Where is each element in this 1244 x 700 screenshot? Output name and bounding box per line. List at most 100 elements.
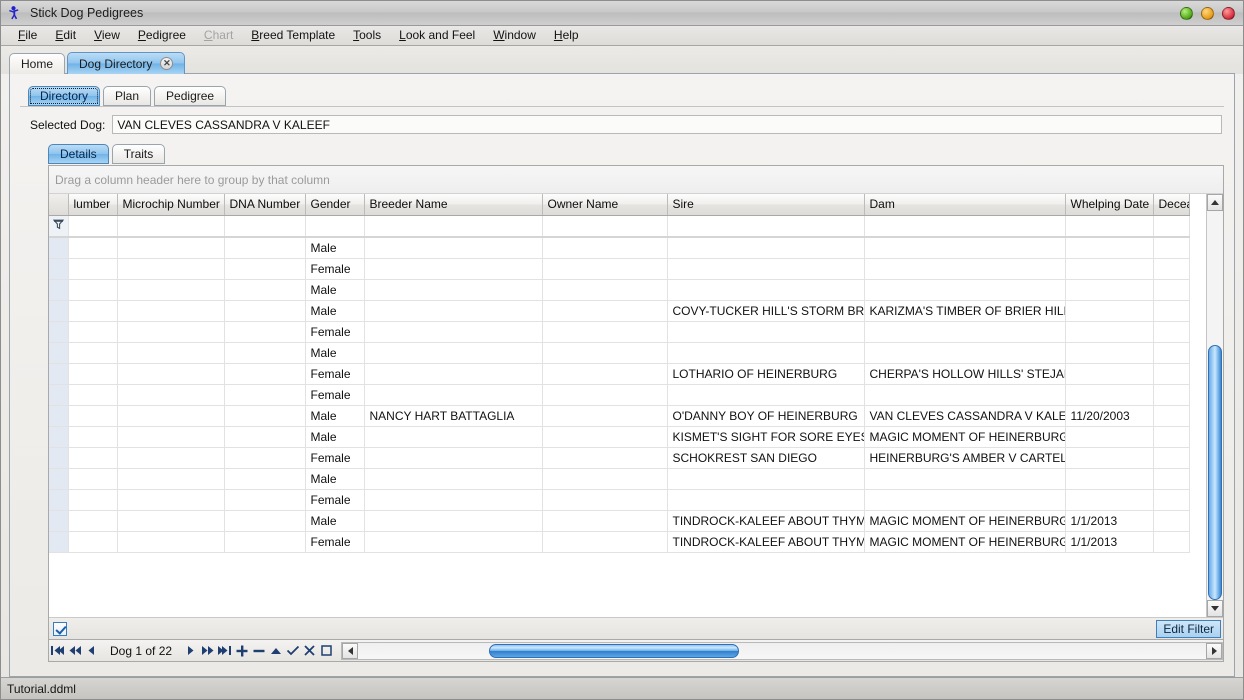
prev-page-button[interactable] (66, 641, 83, 661)
cell-sire[interactable]: O'DANNY BOY OF HEINERBURG (667, 405, 864, 426)
cell-microchip[interactable] (117, 489, 224, 510)
grid-header-breeder[interactable]: Breeder Name (364, 194, 542, 215)
row-indicator[interactable] (49, 237, 68, 258)
cell-gender[interactable]: Female (305, 531, 364, 552)
cell-deceased[interactable] (1153, 468, 1189, 489)
cell-sire[interactable] (667, 342, 864, 363)
cell-dna[interactable] (224, 426, 305, 447)
table-row[interactable]: FemaleSCHOKREST SAN DIEGOHEINERBURG'S AM… (49, 447, 1189, 468)
menu-help[interactable]: Help (545, 26, 588, 45)
cell-dna[interactable] (224, 363, 305, 384)
row-indicator[interactable] (49, 447, 68, 468)
filter-cell-deceased[interactable] (1153, 215, 1189, 237)
cell-whelping[interactable] (1065, 447, 1153, 468)
cell-breeder[interactable] (364, 321, 542, 342)
table-row[interactable]: Female TINDROCK-KALEEF ABOUT THYMEMAGIC M… (49, 531, 1189, 552)
prev-record-button[interactable] (83, 641, 100, 661)
table-row[interactable]: FemaleLOTHARIO OF HEINERBURGCHERPA'S HOL… (49, 363, 1189, 384)
cell-breeder[interactable] (364, 237, 542, 258)
cell-number[interactable] (68, 363, 117, 384)
cell-sire[interactable]: TINDROCK-KALEEF ABOUT THYME (667, 531, 864, 552)
cell-owner[interactable] (542, 237, 667, 258)
menu-view[interactable]: View (85, 26, 129, 45)
cell-dam[interactable] (864, 489, 1065, 510)
cell-deceased[interactable] (1153, 363, 1189, 384)
tab-home[interactable]: Home (9, 53, 65, 74)
cell-sire[interactable]: TINDROCK-KALEEF ABOUT THYME (667, 510, 864, 531)
cell-owner[interactable] (542, 321, 667, 342)
cell-whelping[interactable]: 1/1/2013 (1065, 510, 1153, 531)
cell-deceased[interactable] (1153, 258, 1189, 279)
cell-breeder[interactable] (364, 531, 542, 552)
cell-number[interactable] (68, 531, 117, 552)
cell-microchip[interactable] (117, 237, 224, 258)
cell-dna[interactable] (224, 405, 305, 426)
cell-dam[interactable] (864, 279, 1065, 300)
cell-deceased[interactable] (1153, 447, 1189, 468)
tab-details[interactable]: Details (48, 144, 109, 164)
row-indicator[interactable] (49, 405, 68, 426)
cell-gender[interactable]: Male (305, 405, 364, 426)
cell-microchip[interactable] (117, 531, 224, 552)
filter-cell-whelping[interactable] (1065, 215, 1153, 237)
row-indicator[interactable] (49, 321, 68, 342)
maximize-button[interactable] (1201, 7, 1214, 20)
cell-owner[interactable] (542, 384, 667, 405)
cell-sire[interactable] (667, 468, 864, 489)
table-row[interactable]: MaleNANCY HART BATTAGLIAO'DANNY BOY OF H… (49, 405, 1189, 426)
cell-deceased[interactable] (1153, 342, 1189, 363)
edit-filter-button[interactable]: Edit Filter (1156, 620, 1221, 638)
cell-gender[interactable]: Female (305, 489, 364, 510)
cell-whelping[interactable]: 11/20/2003 (1065, 405, 1153, 426)
cell-microchip[interactable] (117, 258, 224, 279)
cell-dna[interactable] (224, 321, 305, 342)
horizontal-scroll-track[interactable] (358, 643, 1206, 659)
filter-enabled-checkbox[interactable] (53, 622, 67, 636)
cell-sire[interactable]: COVY-TUCKER HILL'S STORM BRIER (667, 300, 864, 321)
table-row[interactable]: Female (49, 384, 1189, 405)
tab-directory[interactable]: Directory (28, 86, 100, 106)
filter-cell-number[interactable] (68, 215, 117, 237)
cell-whelping[interactable] (1065, 321, 1153, 342)
cell-dna[interactable] (224, 489, 305, 510)
last-record-button[interactable] (216, 641, 233, 661)
filter-cell-dam[interactable] (864, 215, 1065, 237)
grid-header-sire[interactable]: Sire (667, 194, 864, 215)
cell-dam[interactable] (864, 384, 1065, 405)
cell-deceased[interactable] (1153, 279, 1189, 300)
cell-dam[interactable]: MAGIC MOMENT OF HEINERBURG (864, 510, 1065, 531)
filter-cell-sire[interactable] (667, 215, 864, 237)
group-by-dropzone[interactable]: Drag a column header here to group by th… (49, 166, 1223, 194)
tab-plan[interactable]: Plan (103, 86, 151, 106)
cell-dna[interactable] (224, 468, 305, 489)
cell-owner[interactable] (542, 426, 667, 447)
cell-whelping[interactable] (1065, 363, 1153, 384)
cell-breeder[interactable] (364, 384, 542, 405)
cell-deceased[interactable] (1153, 300, 1189, 321)
cell-number[interactable] (68, 237, 117, 258)
cell-deceased[interactable] (1153, 426, 1189, 447)
cell-whelping[interactable] (1065, 384, 1153, 405)
cell-gender[interactable]: Male (305, 237, 364, 258)
grid-header-dna[interactable]: DNA Number (224, 194, 305, 215)
cell-dam[interactable]: MAGIC MOMENT OF HEINERBURG (864, 531, 1065, 552)
cell-gender[interactable]: Male (305, 468, 364, 489)
table-row[interactable]: Male (49, 468, 1189, 489)
cell-gender[interactable]: Male (305, 300, 364, 321)
close-button[interactable] (1222, 7, 1235, 20)
filter-cell-owner[interactable] (542, 215, 667, 237)
grid-header-deceased[interactable]: Decea (1153, 194, 1189, 215)
cell-owner[interactable] (542, 489, 667, 510)
cell-dam[interactable] (864, 237, 1065, 258)
cell-dam[interactable]: MAGIC MOMENT OF HEINERBURG (864, 426, 1065, 447)
cell-microchip[interactable] (117, 384, 224, 405)
cell-dna[interactable] (224, 531, 305, 552)
cell-breeder[interactable] (364, 426, 542, 447)
cell-owner[interactable] (542, 342, 667, 363)
menu-look-and-feel[interactable]: Look and Feel (390, 26, 484, 45)
cell-whelping[interactable] (1065, 300, 1153, 321)
grid-header-whelping[interactable]: Whelping Date (1065, 194, 1153, 215)
cell-sire[interactable]: LOTHARIO OF HEINERBURG (667, 363, 864, 384)
table-row[interactable]: Female (49, 489, 1189, 510)
cell-gender[interactable]: Male (305, 279, 364, 300)
